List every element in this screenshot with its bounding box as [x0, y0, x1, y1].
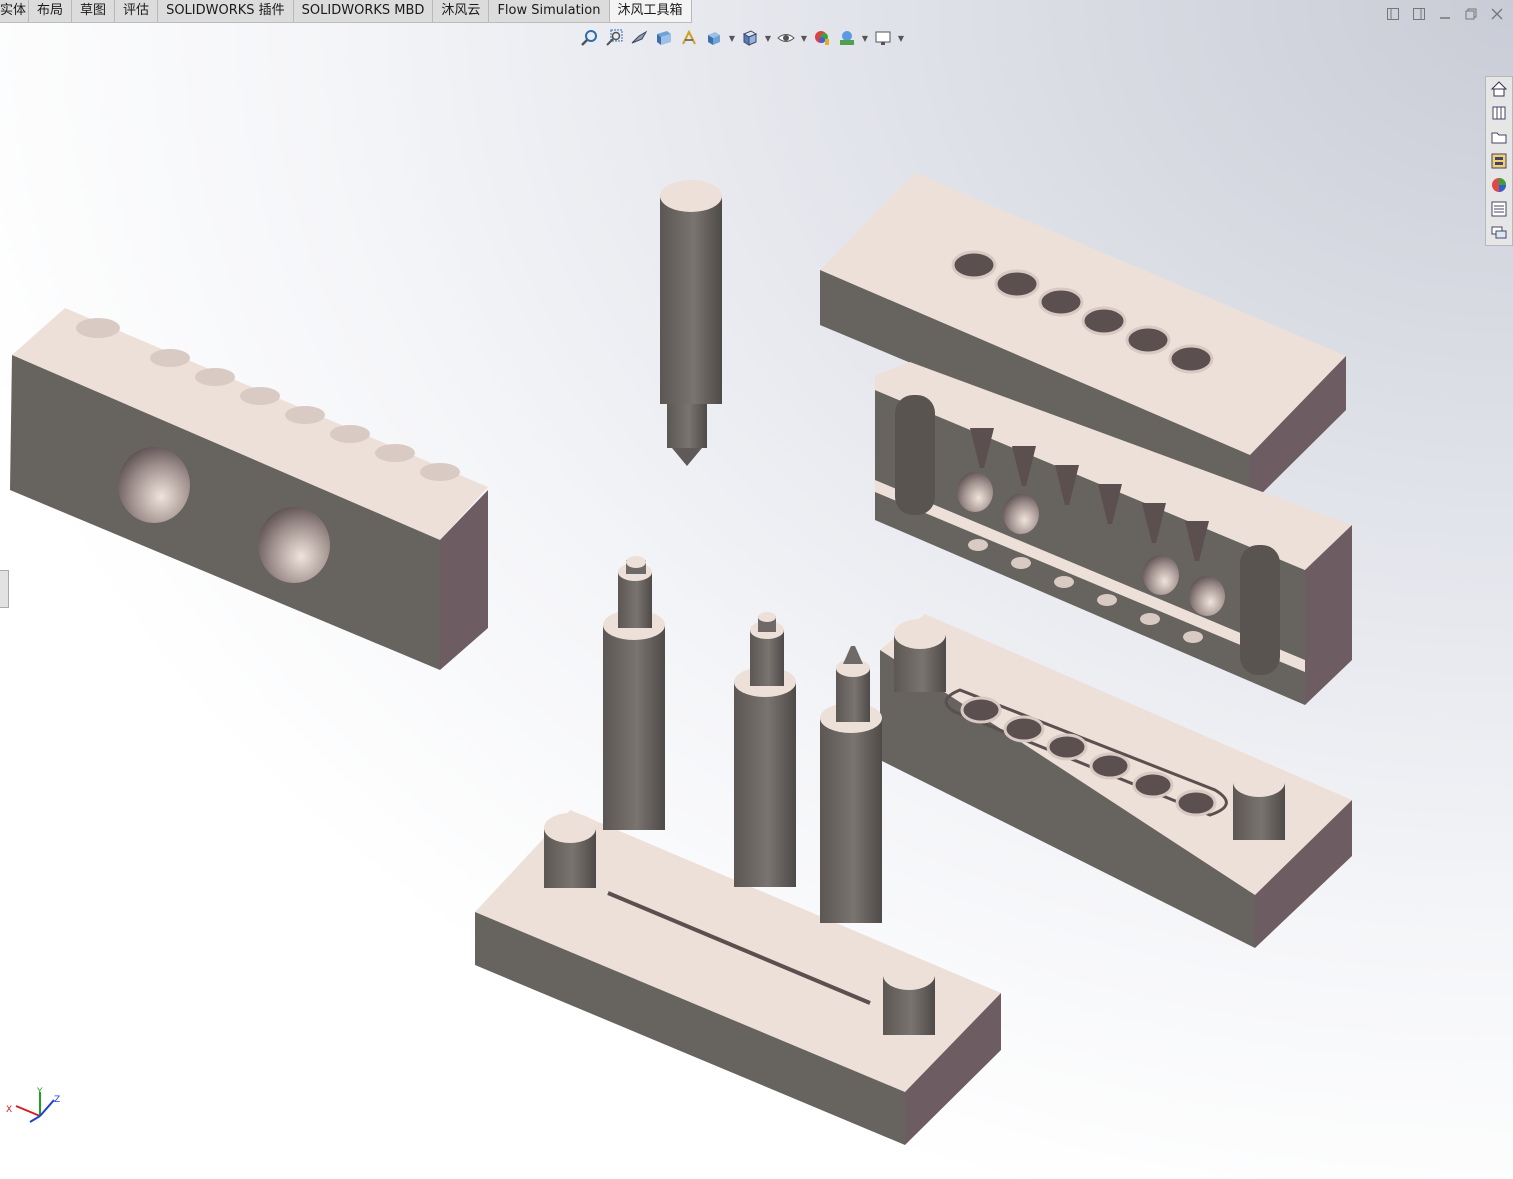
zoom-to-fit-icon[interactable]	[578, 27, 600, 49]
view-orientation-dropdown-icon[interactable]: ▼	[728, 27, 736, 49]
model-assembly[interactable]	[0, 0, 1513, 1179]
heads-up-view-toolbar: ▼ ▼ ▼ ▼ ▼	[578, 26, 905, 50]
tile-right-icon[interactable]	[1411, 6, 1427, 22]
hide-show-dropdown-icon[interactable]: ▼	[800, 27, 808, 49]
hide-show-items-icon[interactable]	[775, 27, 797, 49]
view-palette-icon[interactable]	[1486, 149, 1512, 173]
tab-mufeng-cloud[interactable]: 沐风云	[433, 0, 490, 22]
dynamic-annotation-icon[interactable]	[678, 27, 700, 49]
tab-evaluate[interactable]: 评估	[115, 0, 159, 22]
stepped-pin-left[interactable]	[603, 556, 665, 830]
home-icon[interactable]	[1486, 77, 1512, 101]
file-explorer-icon[interactable]	[1486, 125, 1512, 149]
stepped-pin-right[interactable]	[820, 646, 882, 923]
section-view-icon[interactable]	[653, 27, 675, 49]
feature-manager-collapse-handle[interactable]	[0, 570, 9, 608]
tile-left-icon[interactable]	[1385, 6, 1401, 22]
ejector-pin-top[interactable]	[660, 180, 722, 466]
tab-layout[interactable]: 布局	[29, 0, 73, 22]
restore-icon[interactable]	[1463, 6, 1479, 22]
custom-properties-icon[interactable]	[1486, 197, 1512, 221]
triad-x-label: X	[6, 1105, 12, 1115]
apply-scene-icon[interactable]	[836, 27, 858, 49]
edit-appearance-icon[interactable]	[811, 27, 833, 49]
zoom-to-area-icon[interactable]	[603, 27, 625, 49]
triad-z-label: Z	[54, 1095, 60, 1105]
tab-flow-simulation[interactable]: Flow Simulation	[489, 0, 610, 22]
tab-sketch[interactable]: 草图	[72, 0, 116, 22]
graphics-area[interactable]: 实体 布局 草图 评估 SOLIDWORKS 插件 SOLIDWORKS MBD…	[0, 0, 1513, 1179]
stepped-pin-middle[interactable]	[734, 612, 796, 887]
document-window-controls	[1385, 6, 1505, 22]
view-orientation-icon[interactable]	[703, 27, 725, 49]
command-manager-tabs: 实体 布局 草图 评估 SOLIDWORKS 插件 SOLIDWORKS MBD…	[0, 0, 692, 23]
minimize-icon[interactable]	[1437, 6, 1453, 22]
apply-scene-dropdown-icon[interactable]: ▼	[861, 27, 869, 49]
tab-solidworks-addins[interactable]: SOLIDWORKS 插件	[158, 0, 294, 22]
triad-y-label: Y	[36, 1087, 43, 1097]
task-pane-tabs	[1485, 76, 1513, 246]
appearances-icon[interactable]	[1486, 173, 1512, 197]
design-library-icon[interactable]	[1486, 101, 1512, 125]
left-block-part[interactable]	[10, 308, 488, 670]
tab-solid[interactable]: 实体	[0, 0, 30, 22]
forum-icon[interactable]	[1486, 221, 1512, 245]
previous-view-icon[interactable]	[628, 27, 650, 49]
close-icon[interactable]	[1489, 6, 1505, 22]
tab-mufeng-toolbox[interactable]: 沐风工具箱	[609, 0, 692, 22]
view-settings-dropdown-icon[interactable]: ▼	[897, 27, 905, 49]
tab-solidworks-mbd[interactable]: SOLIDWORKS MBD	[294, 0, 434, 22]
reference-triad: X Y Z	[6, 1087, 60, 1123]
display-style-icon[interactable]	[739, 27, 761, 49]
display-style-dropdown-icon[interactable]: ▼	[764, 27, 772, 49]
view-settings-icon[interactable]	[872, 27, 894, 49]
